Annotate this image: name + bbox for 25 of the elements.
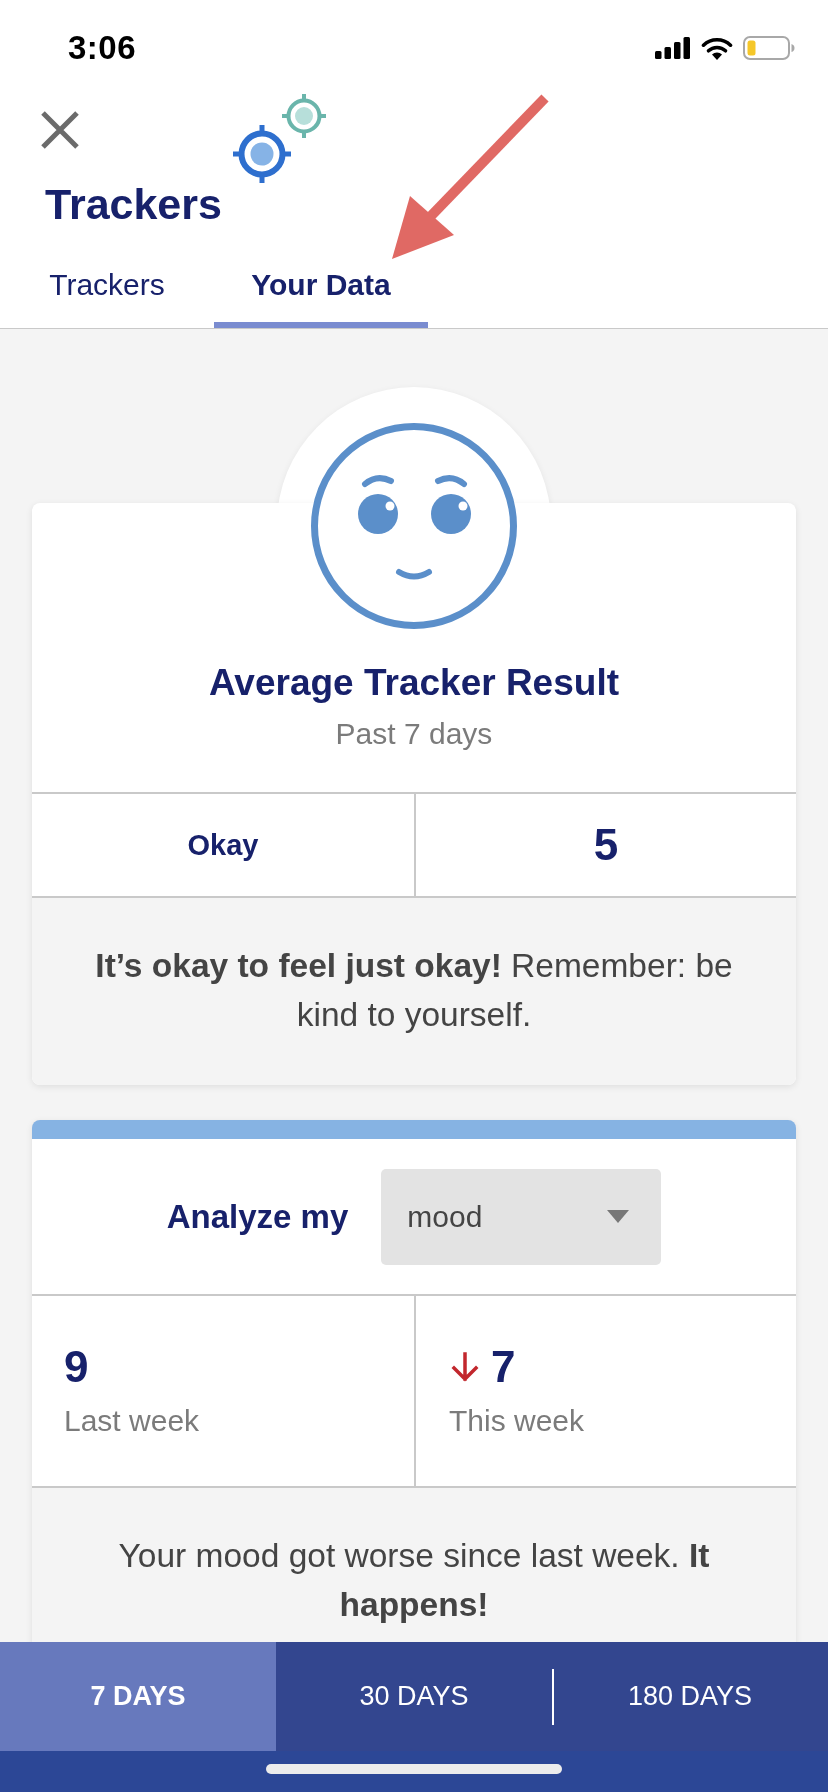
analyze-label: Analyze my [166, 1197, 349, 1236]
result-score: 5 [593, 820, 619, 870]
close-button[interactable] [41, 111, 79, 149]
message-text: It’s okay to feel just okay! Remember: be kind to yourself. [94, 946, 734, 1035]
stat-label: Last week [64, 1404, 200, 1438]
stat-value: 7 [491, 1343, 516, 1391]
signal-icon [655, 37, 691, 59]
stat-value: 9 [64, 1343, 89, 1391]
close-icon [41, 111, 79, 149]
wifi-icon [701, 36, 733, 60]
crosshair-icon [232, 122, 294, 184]
caret-icon [607, 1210, 630, 1223]
battery-icon [743, 36, 795, 60]
message-text: Your mood got worse since last week. It happens! [117, 1536, 711, 1625]
card-title: Average Tracker Result [208, 662, 620, 704]
page-title: Trackers [45, 180, 222, 228]
metric-dropdown[interactable]: mood [381, 1168, 662, 1265]
range-tab[interactable]: 30 DAYS [276, 1642, 552, 1751]
status-time: 3:06 [68, 29, 137, 67]
card-subtitle: Past 7 days [334, 717, 494, 752]
result-label: Okay [187, 828, 259, 862]
range-tab[interactable]: 7 DAYS [0, 1642, 276, 1751]
stat-label: This week [449, 1404, 585, 1438]
crosshair-icon [280, 94, 326, 140]
tab[interactable]: Trackers [0, 228, 214, 328]
